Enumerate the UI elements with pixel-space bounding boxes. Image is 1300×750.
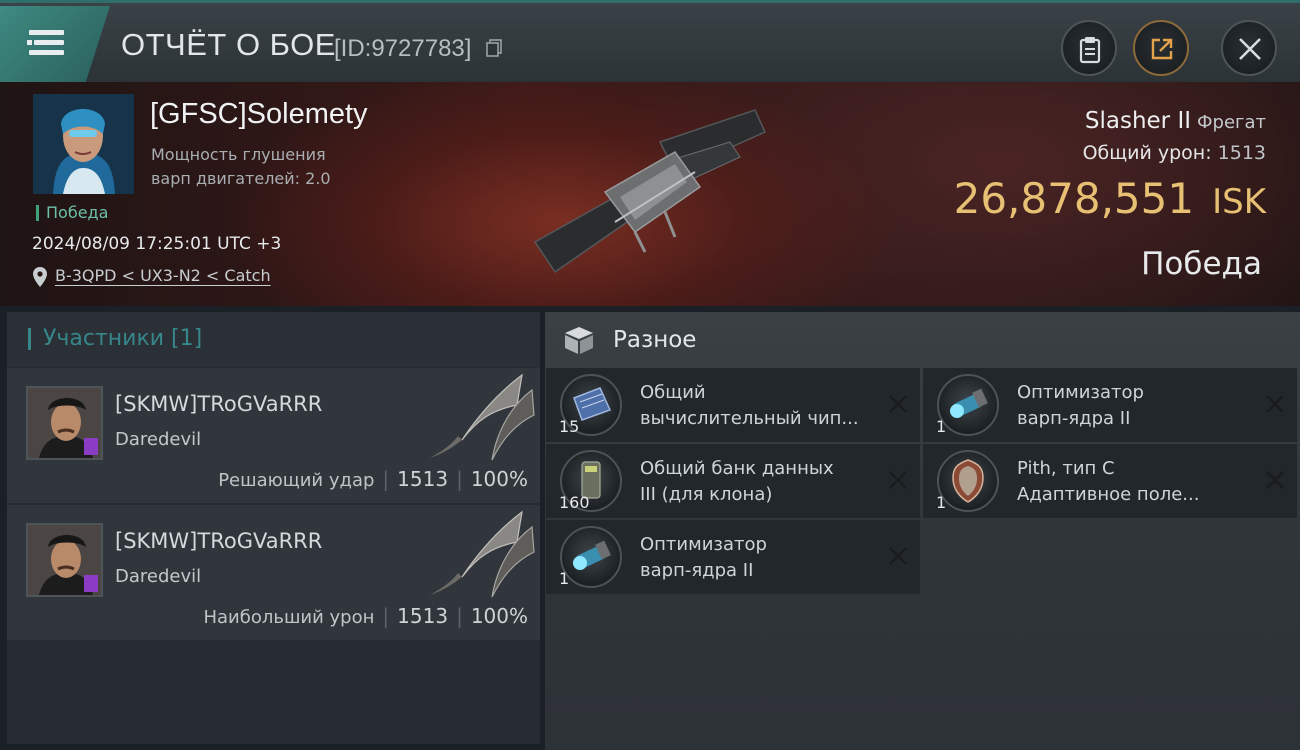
avatar[interactable] xyxy=(26,386,103,460)
warp-core-optimizer-icon xyxy=(937,374,999,436)
victim-name[interactable]: [GFSC]Solemety xyxy=(150,98,368,131)
misc-panel: Разное 15 Общий вычислительный чип... 1 … xyxy=(545,312,1300,750)
battle-id: [ID:9727783] xyxy=(334,35,472,62)
ship-name[interactable]: Slasher II Фрегат xyxy=(1085,108,1266,134)
participants-header: Участники [1] xyxy=(7,312,540,367)
location-pin-icon xyxy=(33,267,47,287)
participant-ship: Daredevil xyxy=(115,566,202,587)
item-name: Оптимизатор варп-ядра II xyxy=(640,534,767,581)
rank-badge-icon xyxy=(84,438,98,455)
isk-value: 26,878,551 ISK xyxy=(953,174,1266,223)
destroyed-icon xyxy=(1266,395,1284,413)
loot-item[interactable]: 1 Оптимизатор варп-ядра II xyxy=(546,520,920,594)
misc-title: Разное xyxy=(613,327,697,353)
participant-stats: Решающий удар | 1513 | 100% xyxy=(218,467,528,491)
participant-name[interactable]: [SKMW]TRoGVaRRR xyxy=(115,529,322,553)
rank-badge-icon xyxy=(84,575,98,592)
item-name: Pith, тип C Адаптивное поле... xyxy=(1017,458,1200,505)
item-name: Оптимизатор варп-ядра II xyxy=(1017,382,1144,429)
warp-disruption-stat: Мощность глушения варп двигателей: 2.0 xyxy=(151,145,331,188)
item-quantity: 1 xyxy=(936,417,947,436)
status-badge: Победа xyxy=(36,205,108,221)
item-name: Общий банк данных III (для клона) xyxy=(640,458,834,505)
loot-item[interactable]: 160 Общий банк данных III (для клона) xyxy=(546,444,920,518)
battle-datetime: 2024/08/09 17:25:01 UTC +3 xyxy=(32,234,282,254)
item-name: Общий вычислительный чип... xyxy=(640,382,859,429)
page-title: ОТЧЁТ О БОЕ xyxy=(121,27,336,62)
destroyed-icon xyxy=(889,547,907,565)
top-bar: ОТЧЁТ О БОЕ [ID:9727783] xyxy=(0,0,1300,82)
participant-name[interactable]: [SKMW]TRoGVaRRR xyxy=(115,392,322,416)
participant-stats: Наибольший урон | 1513 | 100% xyxy=(203,604,528,628)
destroyed-icon xyxy=(889,395,907,413)
share-icon xyxy=(1151,38,1173,60)
destroyed-icon xyxy=(1266,471,1284,489)
menu-icon xyxy=(27,40,32,45)
item-quantity: 160 xyxy=(559,493,590,512)
close-button[interactable] xyxy=(1221,20,1277,76)
participant-ship-icon xyxy=(430,373,535,461)
participant-row[interactable]: [SKMW]TRoGVaRRR Daredevil Решающий удар |… xyxy=(7,368,540,504)
battle-result: Победа xyxy=(1141,246,1262,282)
loot-item[interactable]: 1 Оптимизатор варп-ядра II xyxy=(923,368,1297,442)
loot-item[interactable]: 15 Общий вычислительный чип... xyxy=(546,368,920,442)
ship-image xyxy=(533,109,766,274)
loot-item[interactable]: 1 Pith, тип C Адаптивное поле... xyxy=(923,444,1297,518)
battle-location[interactable]: B-3QPD < UX3-N2 < Catch xyxy=(33,266,271,287)
close-icon xyxy=(1239,38,1261,60)
victim-portrait[interactable] xyxy=(33,94,134,194)
misc-header: Разное xyxy=(545,312,1300,367)
participants-title: Участники [1] xyxy=(28,328,202,350)
victim-banner: [GFSC]Solemety Мощность глушения варп дв… xyxy=(0,82,1300,306)
clipboard-button[interactable] xyxy=(1061,20,1117,76)
participant-ship-icon xyxy=(430,510,535,598)
copy-icon[interactable] xyxy=(486,39,502,57)
participants-panel: Участники [1] [SKMW]TRoGVaRRR Daredevil … xyxy=(7,312,540,744)
menu-button[interactable] xyxy=(0,6,110,82)
cargo-box-icon xyxy=(565,327,593,354)
participant-row[interactable]: [SKMW]TRoGVaRRR Daredevil Наибольший уро… xyxy=(7,505,540,641)
item-quantity: 1 xyxy=(936,493,947,512)
adaptive-field-icon xyxy=(937,450,999,512)
destroyed-icon xyxy=(889,471,907,489)
participant-ship: Daredevil xyxy=(115,429,202,450)
total-damage: Общий урон: 1513 xyxy=(1082,142,1266,164)
item-quantity: 15 xyxy=(559,417,580,436)
warp-core-optimizer-icon xyxy=(560,526,622,588)
avatar[interactable] xyxy=(26,523,103,597)
clipboard-icon xyxy=(1079,37,1101,64)
share-button[interactable] xyxy=(1133,20,1189,76)
item-quantity: 1 xyxy=(559,569,570,588)
